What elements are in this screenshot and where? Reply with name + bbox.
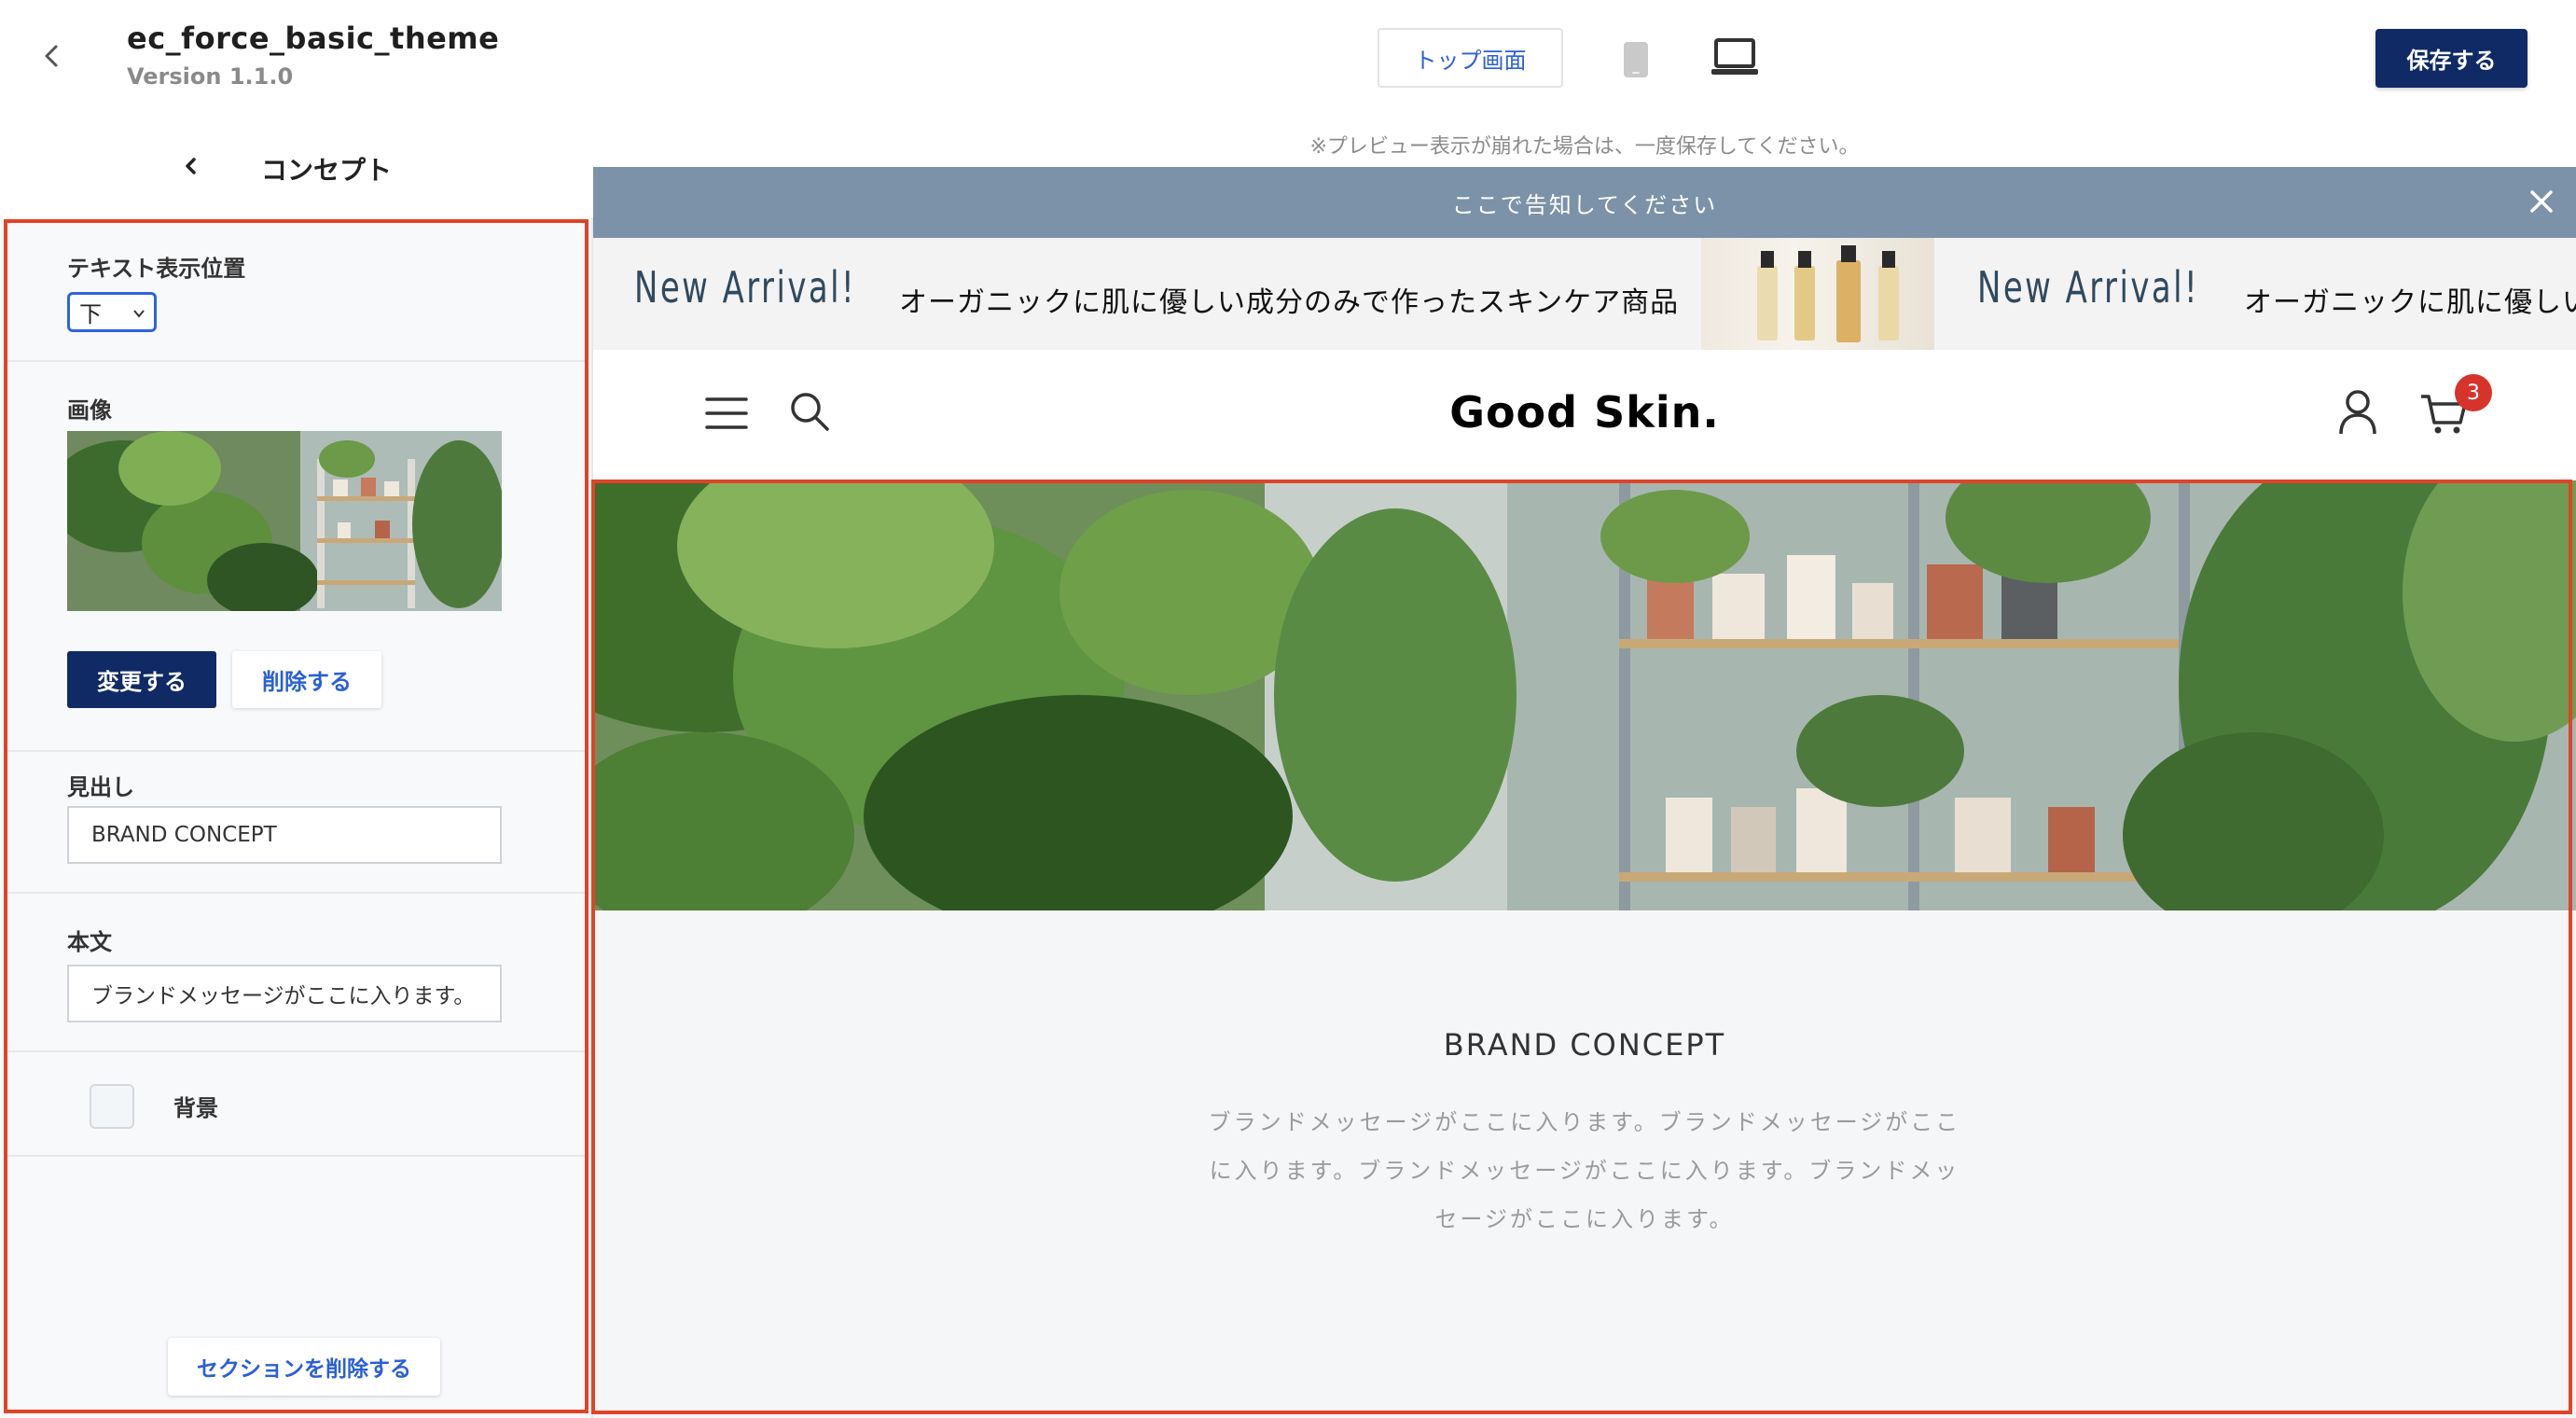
heading-label: 見出し bbox=[67, 774, 134, 800]
cart-count-badge: 3 bbox=[2455, 374, 2492, 411]
mobile-preview-icon[interactable] bbox=[1623, 41, 1649, 78]
announcement-text: ここで告知してください bbox=[1451, 191, 1718, 218]
text-position-select[interactable]: 下 bbox=[67, 292, 157, 332]
product-bottles-image bbox=[1701, 238, 1934, 350]
account-icon[interactable] bbox=[2337, 389, 2378, 436]
banner-arrival-text-repeat: New Arrival! bbox=[1977, 262, 2200, 313]
concept-image-thumbnail bbox=[67, 431, 502, 611]
new-arrival-banner[interactable]: New Arrival! オーガニックに肌に優しい成分のみで作ったスキンケア商品… bbox=[593, 238, 2576, 350]
store-header: Good Skin. 3 bbox=[593, 350, 2576, 479]
preview-note: ※プレビュー表示が崩れた場合は、一度保存してください。 bbox=[1309, 135, 1860, 159]
text-position-label: テキスト表示位置 bbox=[67, 256, 246, 282]
banner-description: オーガニックに肌に優しい成分のみで作ったスキンケア商品 bbox=[899, 286, 1680, 319]
concept-body-text: ブランドメッセージがここに入ります。ブランドメッセージがここに入ります。ブランド… bbox=[1208, 1109, 1961, 1232]
preview-pane: ※プレビュー表示が崩れた場合は、一度保存してください。 ここで告知してください … bbox=[593, 118, 2576, 1418]
section-title: コンセプト bbox=[261, 155, 393, 186]
close-icon[interactable] bbox=[2526, 186, 2557, 217]
back-arrow-icon[interactable] bbox=[34, 37, 71, 75]
chevron-left-icon[interactable] bbox=[177, 152, 205, 180]
concept-hero-image bbox=[593, 480, 2576, 911]
theme-name: ec_force_basic_theme bbox=[127, 21, 500, 56]
image-label: 画像 bbox=[67, 397, 112, 424]
remove-section-button[interactable]: セクションを削除する bbox=[168, 1338, 440, 1396]
banner-arrival-text: New Arrival! bbox=[634, 262, 857, 313]
brand-concept-section: BRAND CONCEPT ブランドメッセージがここに入ります。ブランドメッセー… bbox=[593, 911, 2576, 1418]
change-image-button[interactable]: 変更する bbox=[67, 651, 216, 708]
top-screen-button[interactable]: トップ画面 bbox=[1378, 28, 1563, 88]
announcement-bar: ここで告知してください bbox=[593, 167, 2576, 238]
banner-description-repeat: オーガニックに肌に優しい bbox=[2244, 286, 2576, 319]
save-button[interactable]: 保存する bbox=[2375, 29, 2528, 88]
chevron-down-icon bbox=[133, 310, 145, 318]
background-color-swatch[interactable] bbox=[90, 1084, 134, 1129]
section-header: コンセプト bbox=[0, 118, 593, 217]
top-header: ec_force_basic_theme Version 1.1.0 トップ画面… bbox=[0, 0, 2576, 118]
heading-input[interactable] bbox=[67, 806, 502, 864]
background-label: 背景 bbox=[173, 1095, 218, 1121]
theme-version: Version 1.1.0 bbox=[127, 63, 294, 90]
body-label: 本文 bbox=[67, 929, 112, 955]
concept-heading: BRAND CONCEPT bbox=[1443, 1027, 1726, 1063]
delete-image-button[interactable]: 削除する bbox=[232, 651, 381, 708]
store-logo[interactable]: Good Skin. bbox=[593, 387, 2576, 438]
desktop-preview-icon[interactable] bbox=[1710, 37, 1759, 78]
text-position-value: 下 bbox=[79, 301, 102, 327]
body-input[interactable] bbox=[67, 965, 502, 1022]
